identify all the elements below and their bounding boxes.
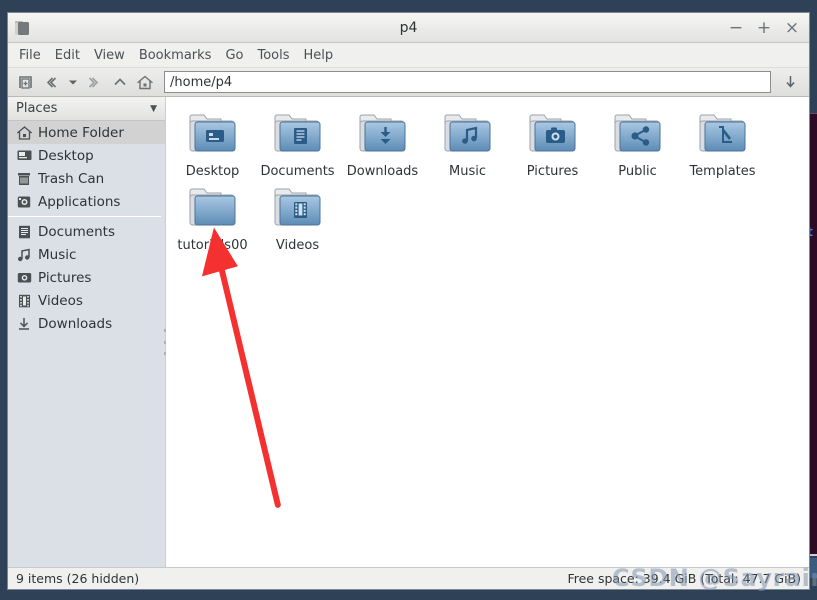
file-item-label: Music xyxy=(449,164,486,179)
status-bar: 9 items (26 hidden) Free space: 39.4 GiB… xyxy=(8,567,809,589)
pictures-icon xyxy=(16,270,32,286)
maximize-button[interactable]: + xyxy=(756,19,772,37)
places-sidebar: Places ▼ Home Folder Desktop Trash Can A… xyxy=(8,97,167,567)
icon-grid: Desktop Documents Downloads Music Pictur… xyxy=(166,97,809,253)
chevron-down-icon[interactable]: ▼ xyxy=(150,104,157,114)
sidebar-item-trash-can[interactable]: Trash Can xyxy=(8,167,165,190)
sidebar-item-label: Home Folder xyxy=(38,124,124,141)
file-item-label: Desktop xyxy=(185,164,240,179)
window-titlebar[interactable]: p4 − + × xyxy=(8,13,809,43)
sidebar-item-label: Applications xyxy=(38,193,121,210)
file-item-label: Pictures xyxy=(526,164,579,179)
file-item-public[interactable]: Public xyxy=(595,105,680,179)
red-annotation-arrow xyxy=(201,227,281,508)
sidebar-item-downloads[interactable]: Downloads xyxy=(8,312,165,335)
file-item-label: tutorials00 xyxy=(177,238,248,253)
minimize-button[interactable]: − xyxy=(728,19,744,37)
sidebar-item-label: Documents xyxy=(38,223,115,240)
file-item-label: Templates xyxy=(689,164,756,179)
path-dropdown-icon[interactable] xyxy=(778,70,803,94)
window-title: p4 xyxy=(399,19,418,36)
file-item-label: Documents xyxy=(260,164,335,179)
sidebar-item-desktop[interactable]: Desktop xyxy=(8,144,165,167)
forward-arrow-icon[interactable] xyxy=(83,70,106,94)
folder-templates-icon xyxy=(698,111,748,159)
menu-view[interactable]: View xyxy=(94,48,125,63)
folder-desktop-icon xyxy=(188,111,238,159)
downloads-icon xyxy=(16,316,32,332)
chevron-up-icon[interactable] xyxy=(108,70,131,94)
folder-public-icon xyxy=(613,111,663,159)
close-button[interactable]: × xyxy=(784,19,800,37)
menu-bar: File Edit View Bookmarks Go Tools Help xyxy=(8,43,809,67)
sidebar-item-videos[interactable]: Videos xyxy=(8,289,165,312)
menu-file[interactable]: File xyxy=(19,48,41,63)
documents-icon xyxy=(16,224,32,240)
home-icon xyxy=(16,125,32,141)
file-item-videos[interactable]: Videos xyxy=(255,179,340,253)
window-body: Places ▼ Home Folder Desktop Trash Can A… xyxy=(8,97,809,567)
menu-bookmarks[interactable]: Bookmarks xyxy=(139,48,212,63)
file-item-label: Downloads xyxy=(346,164,419,179)
back-arrow-icon[interactable] xyxy=(39,70,62,94)
status-free-space: Free space: 39.4 GiB (Total: 47.7 GiB) xyxy=(567,571,801,586)
music-icon xyxy=(16,247,32,263)
folder-plain-icon xyxy=(188,185,238,233)
sidebar-item-documents[interactable]: Documents xyxy=(8,220,165,243)
sidebar-item-label: Pictures xyxy=(38,269,92,286)
navigation-toolbar: /home/p4 xyxy=(8,67,809,97)
sidebar-item-label: Music xyxy=(38,246,77,263)
sidebar-item-label: Trash Can xyxy=(38,170,105,187)
file-item-documents[interactable]: Documents xyxy=(255,105,340,179)
file-item-desktop[interactable]: Desktop xyxy=(170,105,255,179)
folder-music-icon xyxy=(443,111,493,159)
path-input[interactable]: /home/p4 xyxy=(164,71,771,93)
folder-documents-icon xyxy=(273,111,323,159)
new-tab-icon[interactable] xyxy=(14,70,37,94)
folder-downloads-icon xyxy=(358,111,408,159)
menu-tools[interactable]: Tools xyxy=(257,48,289,63)
menu-edit[interactable]: Edit xyxy=(55,48,80,63)
window-controls: − + × xyxy=(728,19,800,37)
trash-icon xyxy=(16,171,32,187)
applications-icon xyxy=(16,194,32,210)
sidebar-item-home-folder[interactable]: Home Folder xyxy=(8,121,165,144)
places-header[interactable]: Places ▼ xyxy=(8,97,165,121)
sidebar-item-music[interactable]: Music xyxy=(8,243,165,266)
path-value: /home/p4 xyxy=(170,74,233,90)
sidebar-item-label: Desktop xyxy=(38,147,94,164)
sidebar-divider xyxy=(8,216,161,217)
folder-videos-icon xyxy=(273,185,323,233)
menu-help[interactable]: Help xyxy=(304,48,334,63)
videos-icon xyxy=(16,293,32,309)
places-header-label: Places xyxy=(16,101,58,116)
file-item-label: Videos xyxy=(275,238,320,253)
file-manager-window: p4 − + × File Edit View Bookmarks Go Too… xyxy=(7,12,810,590)
home-icon[interactable] xyxy=(133,70,156,94)
file-item-downloads[interactable]: Downloads xyxy=(340,105,425,179)
chevron-down-icon[interactable] xyxy=(64,70,81,94)
file-item-music[interactable]: Music xyxy=(425,105,510,179)
file-item-pictures[interactable]: Pictures xyxy=(510,105,595,179)
file-item-label: Public xyxy=(618,164,657,179)
file-item-templates[interactable]: Templates xyxy=(680,105,765,179)
file-list-pane[interactable]: Desktop Documents Downloads Music Pictur… xyxy=(166,97,809,567)
desktop-icon xyxy=(16,148,32,164)
sidebar-item-applications[interactable]: Applications xyxy=(8,190,165,213)
sidebar-item-label: Downloads xyxy=(38,315,113,332)
menu-go[interactable]: Go xyxy=(225,48,243,63)
sidebar-item-label: Videos xyxy=(38,292,83,309)
sidebar-item-pictures[interactable]: Pictures xyxy=(8,266,165,289)
file-item-tutorials00[interactable]: tutorials00 xyxy=(170,179,255,253)
folder-icon xyxy=(14,19,42,37)
status-item-count: 9 items (26 hidden) xyxy=(16,571,140,586)
folder-pictures-icon xyxy=(528,111,578,159)
